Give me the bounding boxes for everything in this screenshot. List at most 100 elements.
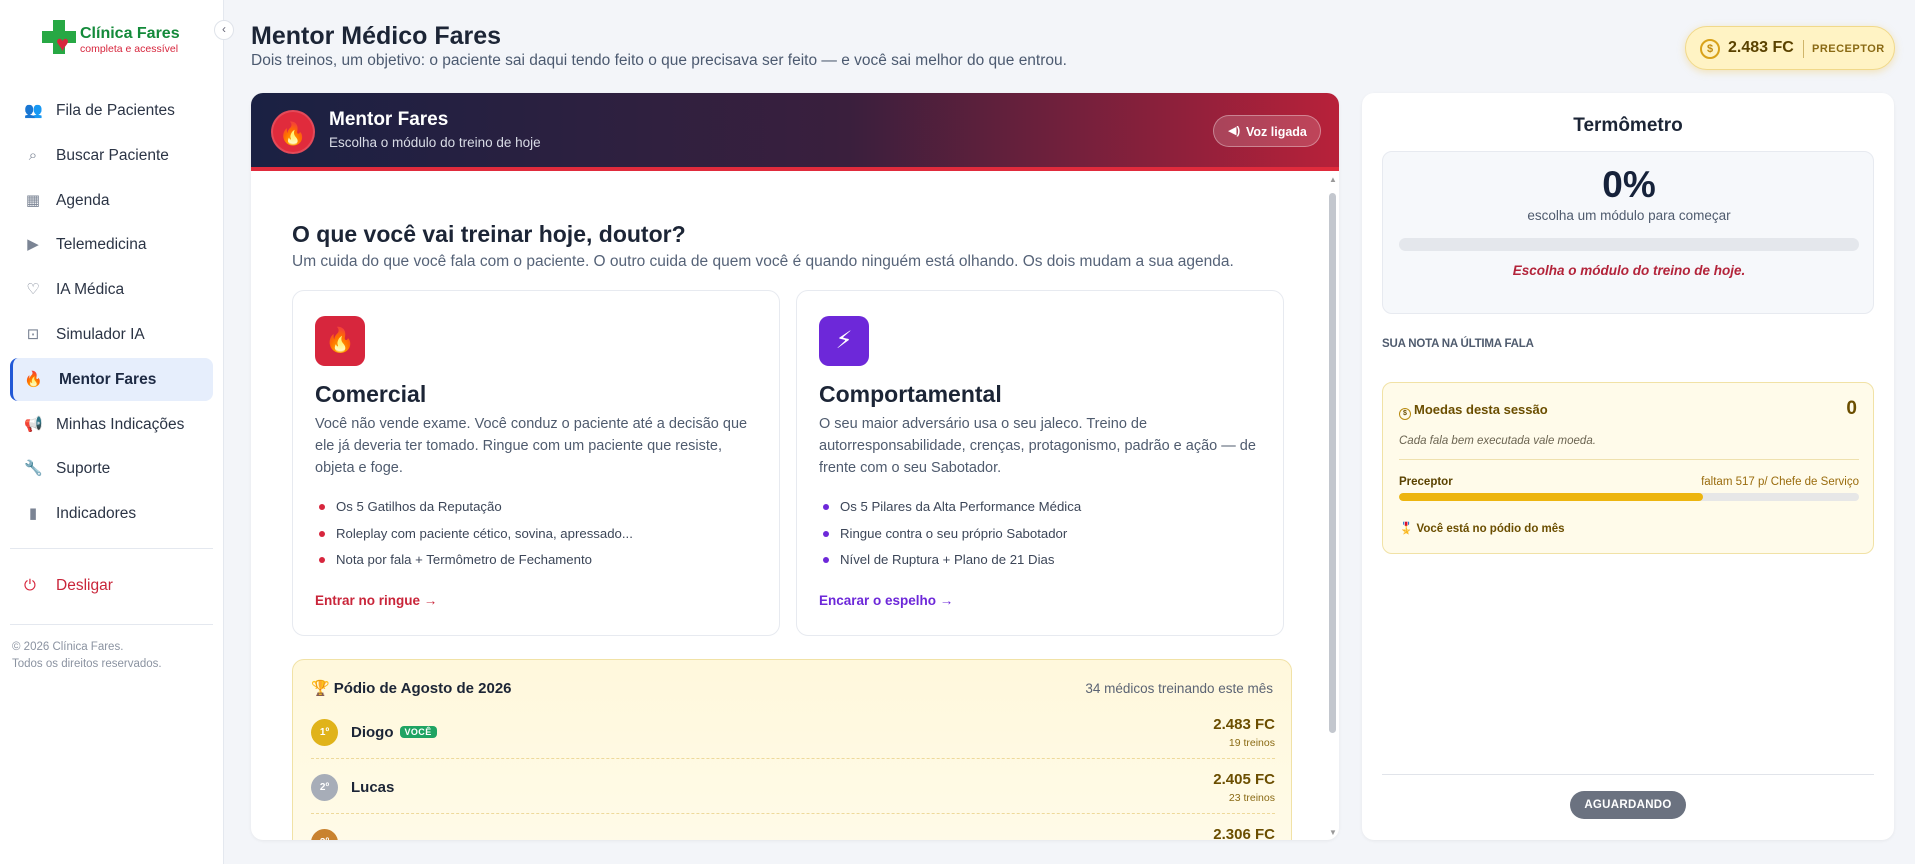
- podium-row[interactable]: 1º Diogo VOCÊ 2.483 FC 19 treinos: [311, 705, 1275, 759]
- sidebar-item-label: Suporte: [56, 460, 111, 478]
- module-description: Você não vende exame. Você conduz o paci…: [315, 416, 748, 476]
- sidebar-item-telemedicina[interactable]: ▶ Telemedicina: [10, 223, 213, 266]
- list-item: Roleplay com paciente cético, sovina, ap…: [315, 524, 633, 551]
- coin-balance: 2.483 FC: [1728, 39, 1794, 56]
- enter-ring-link[interactable]: Entrar no ringue →: [315, 593, 437, 608]
- logout-button[interactable]: ⏻ Desligar: [10, 564, 213, 607]
- module-description: O seu maior adversário usa o seu jaleco.…: [819, 416, 1256, 476]
- sidebar-item-label: Simulador IA: [56, 325, 145, 343]
- video-icon: ▶: [27, 236, 39, 254]
- speaker-icon: ◀): [1228, 125, 1241, 137]
- sidebar-item-label: IA Médica: [56, 281, 125, 299]
- thermometer-hint: Escolha o módulo do treino de hoje.: [1512, 263, 1746, 278]
- bullet-text: Nota por fala + Termômetro de Fechamento: [336, 552, 592, 568]
- flame-icon: 🔥: [271, 110, 315, 154]
- list-item: Nota por fala + Termômetro de Fechamento: [315, 550, 633, 577]
- voice-toggle-button[interactable]: ◀) Voz ligada: [1213, 115, 1321, 147]
- search-icon: ⌕: [28, 146, 38, 164]
- sidebar-nav: 👥 Fila de Pacientes ⌕ Buscar Paciente ▦ …: [10, 89, 213, 537]
- session-coins-value: 0: [1846, 398, 1857, 419]
- podium-count: 34 médicos treinando este mês: [1085, 681, 1273, 696]
- scrollbar-thumb[interactable]: [1329, 193, 1336, 733]
- podium-title-text: Pódio de Agosto de 2026: [333, 680, 512, 697]
- podium-note-text: Você está no pódio do mês: [1416, 523, 1565, 535]
- level-label: Preceptor: [1399, 476, 1453, 488]
- sidebar-item-agenda[interactable]: ▦ Agenda: [10, 179, 213, 222]
- logout-label: Desligar: [56, 577, 113, 594]
- copyright-line: Todos os direitos reservados.: [12, 658, 162, 670]
- module-bullets: Os 5 Gatilhos da Reputação Roleplay com …: [315, 497, 633, 577]
- megaphone-icon: 📢: [24, 415, 43, 433]
- module-title: Comportamental: [819, 381, 1002, 407]
- bullet-text: Nível de Ruptura + Plano de 21 Dias: [840, 552, 1055, 568]
- podium-name: Diogo VOCÊ: [351, 724, 437, 741]
- divider: [10, 624, 213, 625]
- bar-chart-icon: ▮: [28, 505, 38, 523]
- sidebar-item-indicadores[interactable]: ▮ Indicadores: [10, 492, 213, 535]
- you-badge: VOCÊ: [399, 726, 437, 738]
- power-icon: ⏻: [24, 577, 36, 594]
- module-card-comercial[interactable]: 🔥 Comercial Você não vende exame. Você c…: [292, 290, 780, 636]
- face-mirror-link[interactable]: Encarar o espelho →: [819, 593, 953, 608]
- chevron-left-icon: ‹: [222, 22, 226, 36]
- thermometer-title: Termômetro: [1573, 115, 1683, 136]
- flame-icon: 🔥: [24, 370, 43, 388]
- collapse-sidebar-button[interactable]: ‹: [214, 20, 234, 40]
- sidebar-item-label: Agenda: [56, 191, 110, 209]
- mentor-subtitle: Escolha o módulo do treino de hoje: [329, 135, 541, 150]
- bullet-text: Os 5 Pilares da Alta Performance Médica: [840, 499, 1082, 514]
- level-progress-fill: [1399, 493, 1703, 501]
- podium-coins: 2.306 FC: [1213, 826, 1275, 840]
- bullet-text: Os 5 Gatilhos da Reputação: [336, 499, 502, 514]
- copyright: © 2026 Clínica Fares. Todos os direitos …: [12, 639, 162, 673]
- robot-icon: ⊡: [26, 325, 40, 343]
- sidebar-item-fila-de-pacientes[interactable]: 👥 Fila de Pacientes: [10, 89, 213, 132]
- medal-icon: 1º: [311, 719, 338, 746]
- divider: [1382, 774, 1874, 775]
- list-item: Nível de Ruptura + Plano de 21 Dias: [819, 550, 1081, 577]
- podium-trainings: 19 treinos: [1228, 737, 1275, 749]
- divider: [10, 548, 213, 549]
- thermometer-bar: [1399, 238, 1859, 251]
- voice-label: Voz ligada: [1246, 125, 1307, 139]
- thermometer-caption: escolha um módulo para começar: [1527, 208, 1731, 223]
- sidebar-item-label: Buscar Paciente: [56, 146, 169, 164]
- sidebar-item-suporte[interactable]: 🔧 Suporte: [10, 447, 213, 490]
- logo-cross-icon: ♥: [42, 20, 76, 55]
- sidebar-item-simulador-ia[interactable]: ⊡ Simulador IA: [10, 313, 213, 356]
- podium-coins: 2.405 FC: [1213, 771, 1275, 788]
- divider: [1803, 40, 1804, 58]
- sidebar-item-label: Minhas Indicações: [56, 415, 185, 433]
- sidebar-item-label: Telemedicina: [56, 236, 147, 254]
- podium-coins: 2.483 FC: [1213, 716, 1275, 733]
- logo-tagline: completa e acessível: [80, 43, 179, 55]
- thermometer-panel: Termômetro 0% escolha um módulo para com…: [1362, 93, 1894, 840]
- page-title: Mentor Médico Fares: [251, 22, 502, 50]
- bullet-text: Ringue contra o seu próprio Sabotador: [840, 525, 1068, 541]
- medal-icon: 3º: [311, 829, 338, 840]
- thermometer-card: 0% escolha um módulo para começar Escolh…: [1382, 151, 1874, 314]
- podium-trainings: 23 treinos: [1228, 792, 1275, 804]
- podium-row[interactable]: 2º Lucas 2.405 FC 23 treinos: [311, 760, 1275, 814]
- scroll-up-arrow[interactable]: ▲: [1329, 175, 1337, 184]
- heart-pulse-icon: ♡: [26, 281, 40, 299]
- sidebar-item-minhas-indicacoes[interactable]: 📢 Minhas Indicações: [10, 403, 213, 446]
- sidebar-item-mentor-fares[interactable]: 🔥 Mentor Fares: [10, 357, 213, 401]
- monthly-podium: 🏆 Pódio de Agosto de 2026 34 médicos trei…: [292, 659, 1292, 840]
- sidebar: ♥ Clínica Fares completa e acessível 👥 F…: [0, 0, 224, 864]
- wrench-icon: 🔧: [24, 460, 43, 478]
- divider: [1399, 459, 1859, 460]
- module-bullets: Os 5 Pilares da Alta Performance Médica …: [819, 497, 1081, 577]
- logo-name: Clínica Fares: [80, 25, 180, 42]
- sidebar-item-ia-medica[interactable]: ♡ IA Médica: [10, 268, 213, 311]
- coin-icon: $: [1700, 39, 1720, 59]
- flame-icon: 🔥: [315, 316, 365, 366]
- logo[interactable]: ♥ Clínica Fares completa e acessível: [40, 18, 190, 58]
- sidebar-item-buscar-paciente[interactable]: ⌕ Buscar Paciente: [10, 134, 213, 177]
- calendar-icon: ▦: [25, 191, 41, 209]
- podium-row[interactable]: 3º 2.306 FC: [311, 815, 1275, 840]
- module-card-comportamental[interactable]: ⚡ Comportamental O seu maior adversário …: [796, 290, 1284, 636]
- scroll-down-arrow[interactable]: ▼: [1329, 828, 1337, 837]
- coin-balance-badge[interactable]: $ 2.483 FC PRECEPTOR: [1685, 26, 1895, 70]
- mentor-panel: 🔥 Mentor Fares Escolha o módulo do trein…: [251, 93, 1339, 840]
